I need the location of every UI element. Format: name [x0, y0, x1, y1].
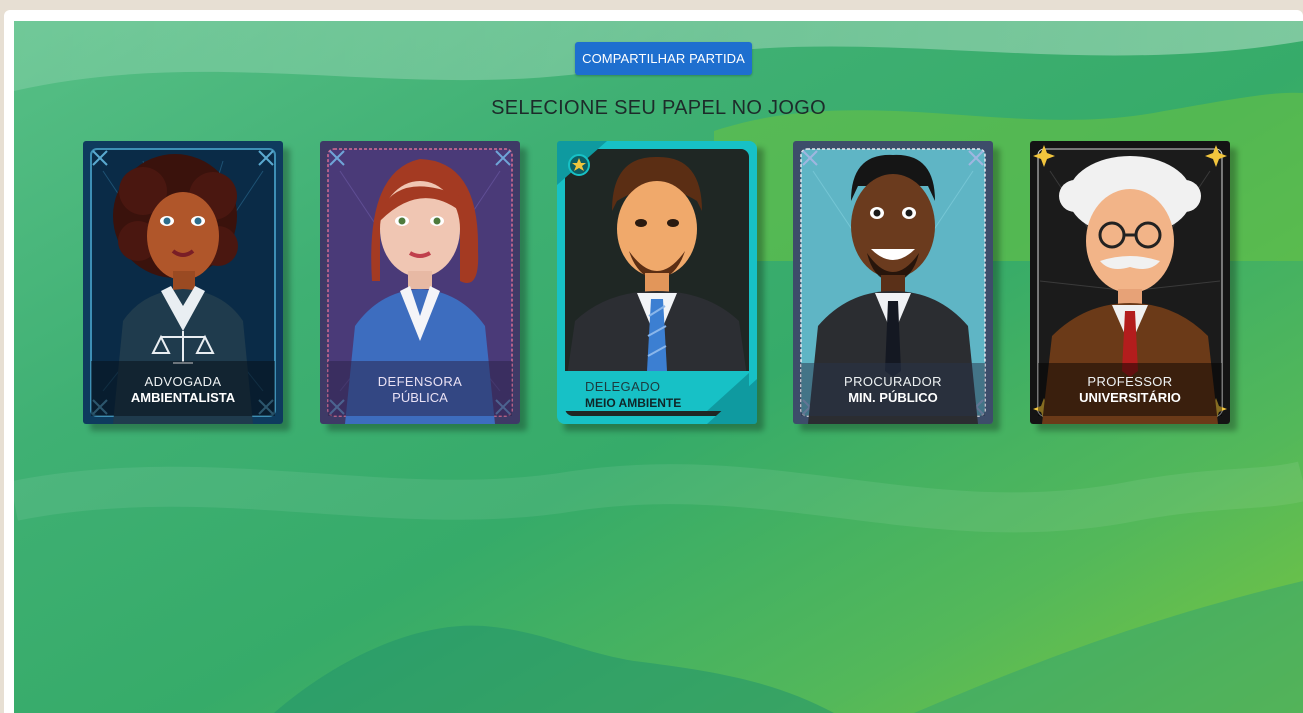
role-card-advogada[interactable]: ADVOGADA AMBIENTALISTA: [83, 141, 283, 424]
role-label: DEFENSORA PÚBLICA: [377, 374, 463, 405]
role-label: DELEGADO MEIO AMBIENTE: [585, 379, 682, 410]
role-label: PROCURADOR MIN. PÚBLICO: [844, 374, 942, 405]
role-card-professor[interactable]: PROFESSOR UNIVERSITÁRIO: [1030, 141, 1230, 424]
role-label: PROFESSOR UNIVERSITÁRIO: [1079, 374, 1181, 405]
role-card-delegado[interactable]: DELEGADO MEIO AMBIENTE: [557, 141, 757, 424]
page-title: SELECIONE SEU PAPEL NO JOGO: [491, 97, 826, 119]
game-stage: COMPARTILHAR PARTIDA SELECIONE SEU PAPEL…: [14, 21, 1303, 713]
role-label: ADVOGADA AMBIENTALISTA: [130, 374, 236, 405]
role-card-defensora[interactable]: DEFENSORA PÚBLICA: [320, 141, 520, 424]
role-card-procurador[interactable]: PROCURADOR MIN. PÚBLICO: [793, 141, 993, 424]
share-match-button[interactable]: COMPARTILHAR PARTIDA: [575, 42, 752, 75]
